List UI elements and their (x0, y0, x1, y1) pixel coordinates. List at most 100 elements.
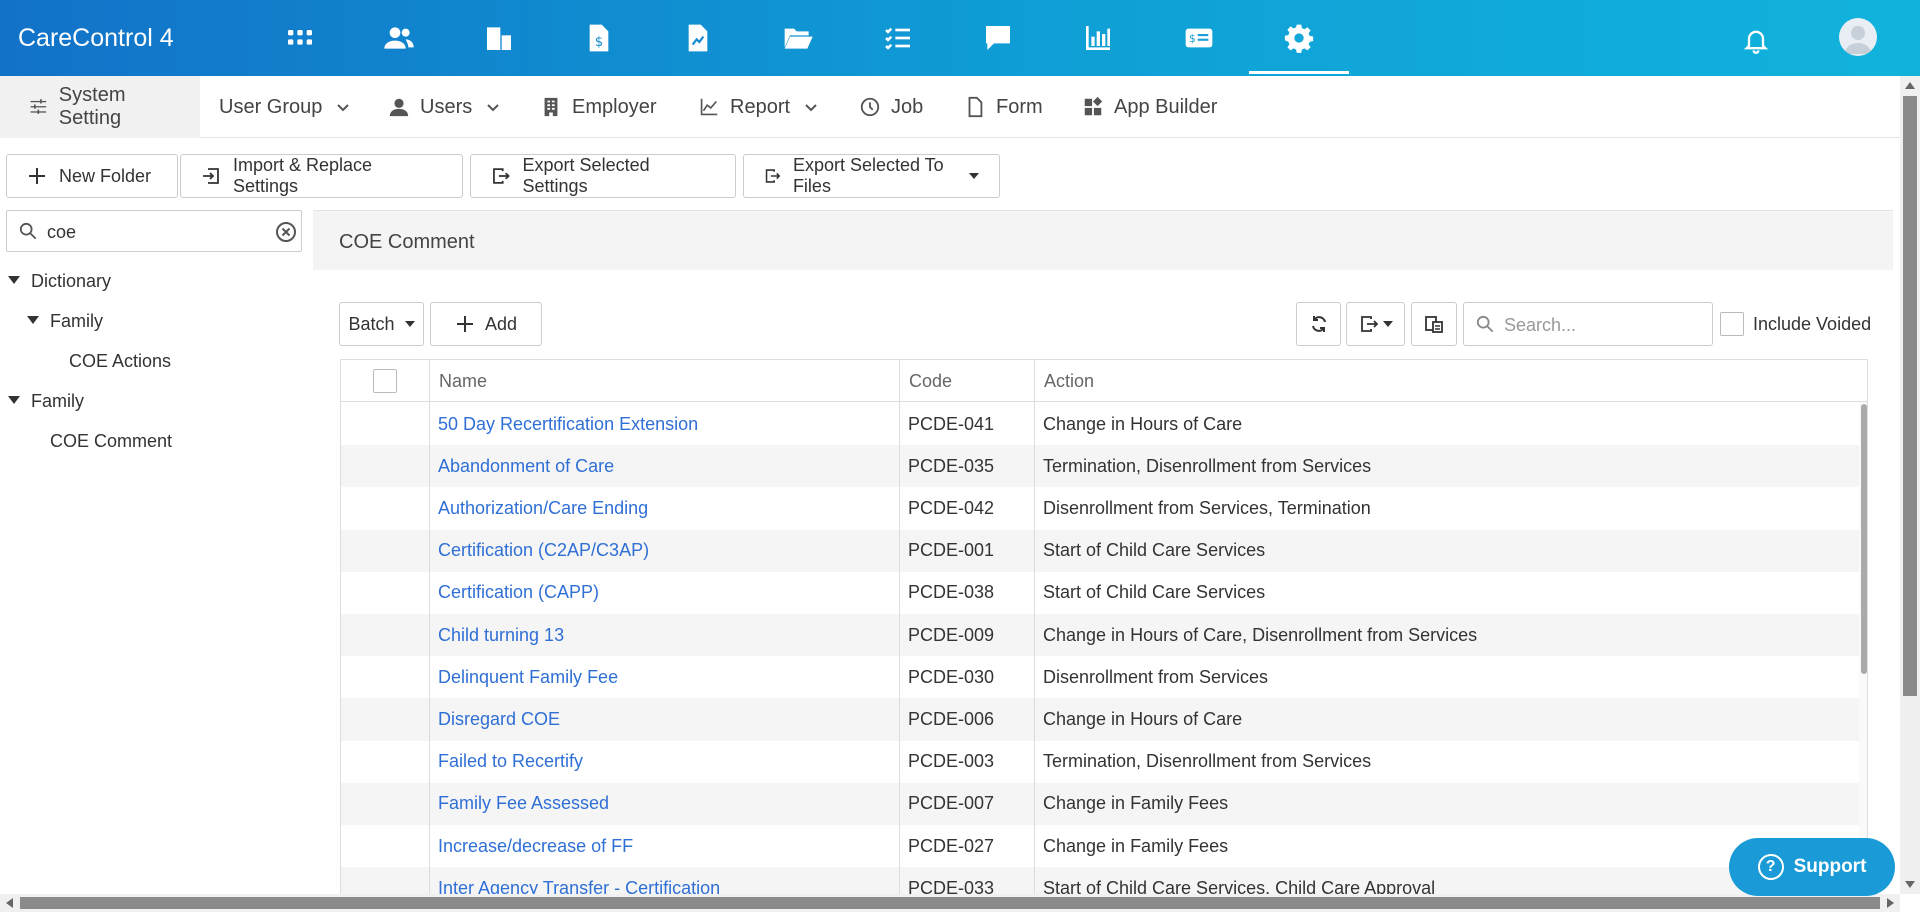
report-doc-icon[interactable] (680, 20, 716, 56)
grid-search (1463, 302, 1713, 346)
table-row[interactable]: Authorization/Care Ending PCDE-042 Disenro… (341, 487, 1859, 529)
caret-down-icon[interactable] (27, 316, 39, 324)
tree-item-family[interactable]: Family (50, 311, 103, 332)
export-dropdown[interactable] (1346, 302, 1405, 346)
clear-icon[interactable] (275, 221, 297, 243)
cell-name[interactable]: Certification (CAPP) (429, 572, 899, 614)
scroll-right-icon[interactable] (1887, 898, 1894, 908)
cell-name[interactable]: Certification (C2AP/C3AP) (429, 530, 899, 572)
table-row[interactable]: Failed to Recertify PCDE-003 Termination, … (341, 741, 1859, 783)
grid-scrollbar[interactable] (1859, 402, 1867, 898)
plus-icon (456, 316, 473, 332)
cell-name[interactable]: Authorization/Care Ending (429, 487, 899, 529)
support-label: Support (1793, 856, 1867, 877)
subnav-system-setting[interactable]: System Setting (0, 76, 200, 138)
subnav-job[interactable]: Job (859, 76, 923, 138)
column-divider (899, 402, 900, 898)
column-chooser-button[interactable] (1411, 302, 1457, 346)
import-replace-settings-button[interactable]: Import & Replace Settings (180, 154, 463, 198)
scrollbar-thumb[interactable] (1903, 96, 1917, 696)
cell-name[interactable]: Increase/decrease of FF (429, 825, 899, 867)
add-button[interactable]: Add (430, 302, 542, 346)
subnav-app-builder[interactable]: App Builder (1082, 76, 1217, 138)
folder-open-icon[interactable] (780, 20, 816, 56)
table-row[interactable]: Disregard COE PCDE-006 Change in Hours of … (341, 698, 1859, 741)
column-header-name[interactable]: Name (429, 360, 899, 402)
cell-name[interactable]: Failed to Recertify (429, 741, 899, 783)
subnav-employer[interactable]: Employer (540, 76, 656, 138)
billing-doc-icon[interactable]: $ (581, 20, 617, 56)
dropdown-caret-icon (1382, 321, 1393, 327)
column-header-code[interactable]: Code (899, 360, 1034, 402)
table-row[interactable]: Delinquent Family Fee PCDE-030 Disenrollme… (341, 656, 1859, 698)
caret-down-icon[interactable] (8, 396, 20, 404)
page-vertical-scrollbar[interactable] (1900, 76, 1920, 894)
table-row[interactable]: Certification (C2AP/C3AP) PCDE-001 Start o… (341, 529, 1859, 572)
scrollbar-thumb[interactable] (20, 897, 1880, 909)
subnav-form[interactable]: Form (964, 76, 1043, 138)
tree-search-input[interactable] (47, 219, 267, 245)
cell-name[interactable]: Delinquent Family Fee (429, 656, 899, 698)
chevron-down-icon (805, 104, 817, 112)
user-icon (389, 98, 409, 117)
cell-name[interactable]: Family Fee Assessed (429, 783, 899, 825)
bar-chart-icon[interactable] (1080, 20, 1116, 56)
cell-name[interactable]: Child turning 13 (429, 614, 899, 656)
cell-action: Disenrollment from Services, Termination (1043, 497, 1371, 518)
include-voided-checkbox[interactable] (1720, 312, 1744, 336)
table-row[interactable]: Increase/decrease of FF PCDE-027 Change in… (341, 825, 1859, 867)
tree-item-coe-actions[interactable]: COE Actions (69, 351, 171, 372)
page-horizontal-scrollbar[interactable] (0, 894, 1900, 912)
cell-name[interactable]: Disregard COE (429, 698, 899, 740)
table-row[interactable]: Certification (CAPP) PCDE-038 Start of Chi… (341, 572, 1859, 614)
scroll-down-icon[interactable] (1905, 881, 1915, 888)
refresh-button[interactable] (1296, 302, 1341, 346)
export-icon (765, 169, 781, 183)
cell-code: PCDE-009 (908, 624, 995, 645)
tree-search (6, 210, 302, 252)
people-icon[interactable] (381, 20, 417, 56)
apps-grid-icon[interactable] (282, 20, 318, 56)
tree-item-family[interactable]: Family (31, 391, 84, 412)
app-title: CareControl 4 (18, 24, 174, 52)
table-row[interactable]: Child turning 13 PCDE-009 Change in Hours … (341, 614, 1859, 657)
grid-scrollbar-thumb[interactable] (1861, 404, 1867, 674)
cell-code: PCDE-038 (908, 582, 995, 603)
column-header-action[interactable]: Action (1034, 360, 1867, 402)
cell-code: PCDE-035 (908, 455, 995, 476)
subnav-label: Employer (572, 95, 657, 118)
svg-text:$: $ (595, 35, 603, 50)
tree-item-coe-comment[interactable]: COE Comment (50, 431, 172, 452)
payment-card-icon[interactable]: $ (1181, 20, 1217, 56)
bell-icon[interactable] (1742, 26, 1770, 59)
table-row[interactable]: Family Fee Assessed PCDE-007 Change in Fam… (341, 782, 1859, 825)
subnav-label: Form (996, 95, 1043, 118)
subnav-report[interactable]: Report (698, 76, 818, 138)
grid-search-input[interactable] (1504, 313, 1704, 337)
cell-code: PCDE-006 (908, 708, 995, 729)
building-icon (544, 97, 558, 117)
subnav-users[interactable]: Users (388, 76, 500, 138)
subnav-user-group[interactable]: User Group (219, 76, 350, 138)
caret-down-icon[interactable] (8, 276, 20, 284)
table-row[interactable]: 50 Day Recertification Extension PCDE-041… (341, 403, 1859, 445)
support-button[interactable]: ? Support (1729, 838, 1895, 896)
cell-name[interactable]: Abandonment of Care (429, 445, 899, 487)
select-all-checkbox[interactable] (373, 369, 397, 393)
checklist-icon[interactable] (880, 20, 916, 56)
chevron-down-icon (487, 104, 499, 112)
new-folder-button[interactable]: New Folder (6, 154, 178, 198)
avatar[interactable] (1839, 18, 1877, 56)
table-row[interactable]: Abandonment of Care PCDE-035 Termination, … (341, 445, 1859, 488)
export-selected-settings-button[interactable]: Export Selected Settings (470, 154, 736, 198)
dropdown-caret-icon[interactable] (969, 173, 979, 179)
cell-name[interactable]: 50 Day Recertification Extension (429, 403, 899, 445)
scroll-left-icon[interactable] (6, 898, 13, 908)
building-icon[interactable] (481, 20, 517, 56)
gear-icon[interactable] (1249, 20, 1349, 74)
export-selected-to-files-button[interactable]: Export Selected To Files (743, 154, 1000, 198)
chat-icon[interactable] (980, 20, 1016, 56)
scroll-up-icon[interactable] (1905, 82, 1915, 89)
tree-item-dictionary[interactable]: Dictionary (31, 271, 111, 292)
batch-dropdown[interactable]: Batch (339, 302, 424, 346)
